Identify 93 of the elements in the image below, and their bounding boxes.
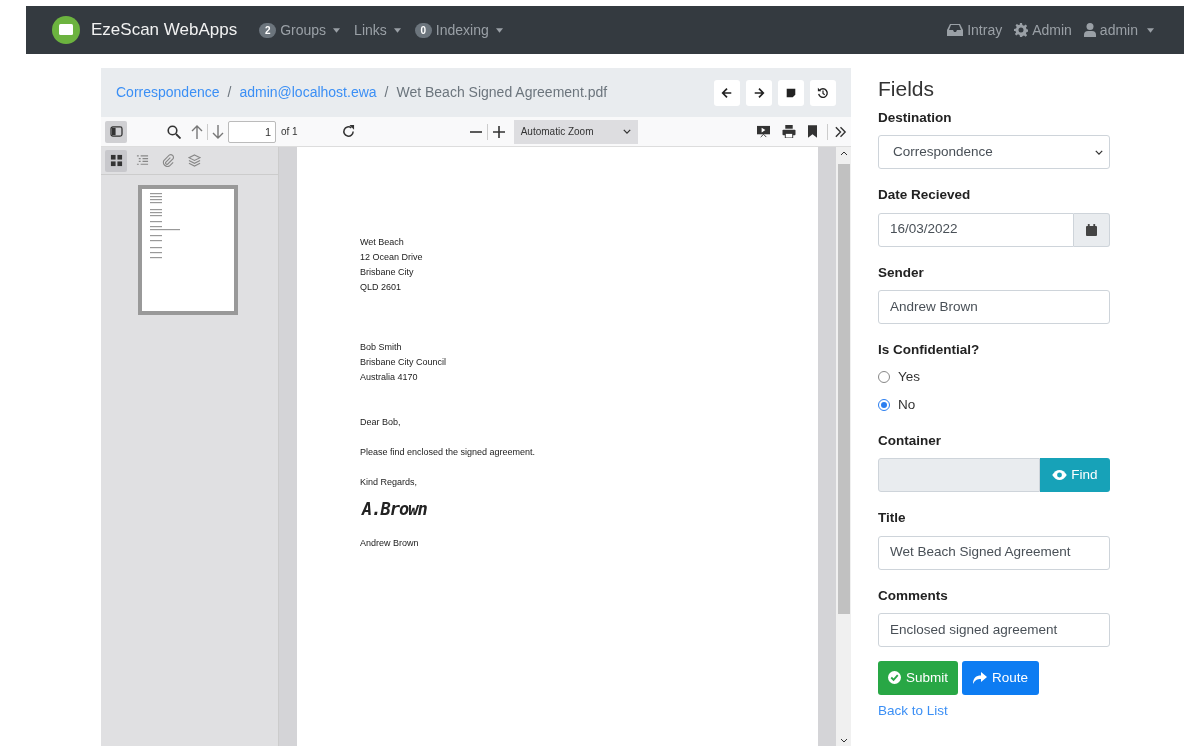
chevron-down-icon: [1095, 149, 1103, 155]
field-label: Date Recieved: [878, 186, 972, 205]
scrollbar[interactable]: [836, 147, 851, 746]
history-icon: [817, 86, 829, 99]
letter-line: Bob Smith: [360, 341, 403, 354]
inbox-icon: [947, 24, 964, 36]
sidebar-view-button[interactable]: [105, 149, 127, 172]
radio-button[interactable]: [878, 399, 890, 411]
letter-line: Dear Bob,: [360, 416, 402, 429]
nav-link[interactable]: Admin: [1014, 19, 1072, 41]
presentation-icon: [757, 125, 770, 138]
container-field[interactable]: [878, 458, 1040, 493]
caret-icon: [393, 27, 401, 33]
nav-menu[interactable]: 2 Groups: [259, 19, 341, 41]
field-label: Container: [878, 432, 942, 450]
calendar-icon: [1086, 223, 1097, 236]
layers-icon: [187, 154, 201, 167]
route-button[interactable]: Route: [962, 660, 1040, 695]
breadcrumb-current: Wet Beach Signed Agreement.pdf: [396, 83, 608, 102]
back-link[interactable]: Back to List: [878, 700, 948, 721]
scroll-up-icon: [839, 151, 848, 156]
toolbar-button[interactable]: [746, 79, 772, 106]
print-icon: [782, 125, 796, 138]
field-label: Is Confidential?: [878, 340, 981, 359]
down-arrow-icon: [212, 123, 224, 140]
brand-name[interactable]: EzeScan WebApps: [91, 17, 238, 43]
calendar-button[interactable]: [1074, 212, 1110, 247]
find-button[interactable]: Find: [1040, 458, 1110, 493]
breadcrumb-link[interactable]: admin@localhost.ewa: [239, 82, 377, 103]
zoom-dropdown[interactable]: Automatic Zoom: [513, 119, 638, 144]
destination-dropdown[interactable]: Correspondence: [878, 135, 1110, 170]
caret-icon: [495, 27, 503, 33]
forward-arrow-icon: [753, 86, 765, 99]
letter-line: Please find enclosed the signed agreement.: [360, 446, 537, 459]
submit-button[interactable]: Submit: [878, 660, 959, 695]
refresh-icon: [341, 125, 355, 138]
letter-line: Australia 4170: [360, 371, 419, 384]
share-arrow-icon: [973, 671, 988, 684]
text-field[interactable]: Enclosed signed agreement: [878, 612, 1110, 647]
check-circle-icon: [888, 671, 901, 685]
text-field[interactable]: Wet Beach Signed Agreement: [878, 535, 1110, 570]
field-label: Destination: [878, 109, 953, 127]
count-badge: 0: [414, 22, 432, 38]
zoom-in-icon: [492, 125, 505, 138]
radio-option[interactable]: Yes: [878, 367, 1110, 387]
letter-line: Wet Beach: [360, 236, 405, 249]
count-badge: 2: [259, 22, 277, 38]
text-field[interactable]: Andrew Brown: [878, 289, 1110, 324]
letter-line: Brisbane City Council: [360, 356, 448, 369]
nav-link[interactable]: admin: [1083, 19, 1154, 41]
settings-icon: [1014, 23, 1029, 37]
letter-line: 12 Ocean Drive: [360, 251, 424, 264]
field-label: Comments: [878, 586, 949, 605]
toolbar-button[interactable]: [778, 79, 804, 106]
field-label: Title: [878, 509, 907, 528]
eye-icon: [1052, 470, 1068, 481]
nav-menu[interactable]: Links: [354, 19, 401, 41]
page-number-field[interactable]: 1: [228, 120, 276, 143]
nav-link[interactable]: Intray: [947, 19, 1003, 41]
signature: A.Brown: [362, 498, 427, 520]
sidebar-icon: [109, 126, 123, 137]
outline-icon: [135, 154, 149, 167]
paperclip-icon: [161, 154, 175, 167]
scroll-down-icon: [839, 738, 848, 743]
date-field[interactable]: 16/03/2022: [878, 212, 1074, 247]
search-icon: [167, 124, 181, 139]
letter-line: Kind Regards,: [360, 476, 419, 489]
double-chevron-icon: [834, 125, 847, 138]
radio-button[interactable]: [878, 371, 890, 383]
sidebar-toggle-button[interactable]: [105, 120, 127, 143]
breadcrumb-link[interactable]: Correspondence: [116, 82, 220, 103]
letter-line: Brisbane City: [360, 266, 415, 279]
caret-icon: [1147, 27, 1154, 33]
field-label: Sender: [878, 263, 925, 282]
logo-icon: [52, 16, 80, 44]
note-icon: [785, 86, 797, 99]
caret-icon: [333, 27, 341, 33]
breadcrumb-separator: /: [227, 83, 232, 102]
bookmark-icon: [808, 125, 817, 138]
page-count: of 1: [281, 125, 298, 139]
toolbar-button[interactable]: [714, 79, 740, 106]
back-arrow-icon: [721, 86, 733, 99]
toolbar-button[interactable]: [810, 79, 836, 106]
nav-menu[interactable]: 0 Indexing: [414, 19, 503, 41]
breadcrumb-separator: /: [384, 83, 389, 102]
up-arrow-icon: [191, 123, 203, 140]
panel-heading: Fields: [878, 76, 936, 102]
chevron-down-icon: [622, 129, 631, 134]
user-icon: [1083, 23, 1096, 37]
radio-option[interactable]: No: [878, 395, 1110, 415]
thumbnails-icon: [109, 154, 123, 167]
letter-line: QLD 2601: [360, 281, 403, 294]
letter-line: Andrew Brown: [360, 537, 420, 550]
